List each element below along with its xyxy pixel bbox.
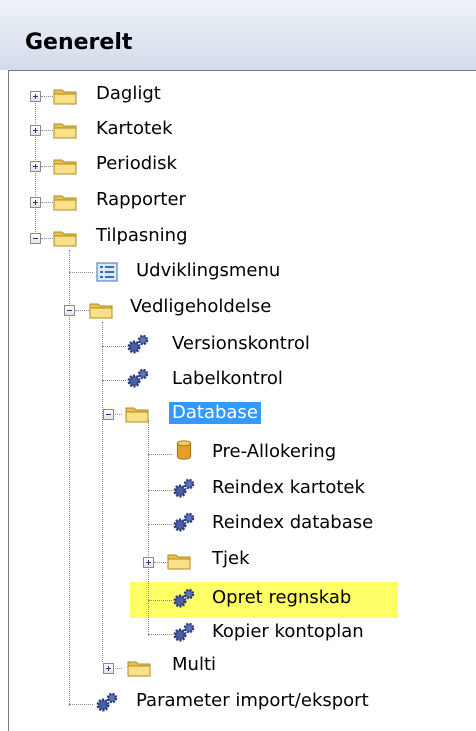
tree-item-vedligeholdelse[interactable]: Vedligeholdelse bbox=[130, 296, 271, 318]
gear-icon bbox=[127, 368, 149, 388]
folder-open-icon bbox=[53, 231, 77, 247]
tree-item-opret-regnskab[interactable]: Opret regnskab bbox=[212, 587, 351, 609]
tree-item-versionskontrol[interactable]: Versionskontrol bbox=[172, 333, 310, 355]
tree-item-tilpasning[interactable]: Tilpasning bbox=[96, 225, 188, 247]
tree-item-pre-allokering[interactable]: Pre-Allokering bbox=[212, 441, 336, 463]
folder-icon bbox=[53, 159, 77, 175]
tree-line bbox=[154, 562, 168, 563]
gear-icon bbox=[173, 622, 195, 642]
tree-line bbox=[148, 634, 172, 635]
gear-icon bbox=[96, 692, 118, 712]
folder-icon bbox=[53, 195, 77, 211]
tree-view: Dagligt Kartotek Periodisk Rapporter Til… bbox=[0, 0, 476, 716]
tree-item-multi[interactable]: Multi bbox=[172, 654, 216, 676]
expand-toggle[interactable] bbox=[103, 663, 114, 674]
folder-open-icon bbox=[89, 303, 113, 319]
tree-item-labelkontrol[interactable]: Labelkontrol bbox=[172, 368, 283, 390]
tree-item-tjek[interactable]: Tjek bbox=[212, 548, 250, 570]
tree-line bbox=[102, 322, 103, 662]
tree-line bbox=[148, 600, 172, 601]
folder-open-icon bbox=[125, 407, 149, 423]
tree-item-rapporter[interactable]: Rapporter bbox=[96, 189, 186, 211]
gear-icon bbox=[173, 588, 195, 608]
gear-icon bbox=[127, 334, 149, 354]
tree-line bbox=[102, 346, 126, 347]
tree-item-periodisk[interactable]: Periodisk bbox=[96, 153, 177, 175]
tree-item-reindex-kartotek[interactable]: Reindex kartotek bbox=[212, 477, 365, 499]
collapse-toggle[interactable] bbox=[30, 233, 41, 244]
tree-line bbox=[69, 272, 93, 273]
gear-icon bbox=[173, 512, 195, 532]
tree-item-udviklingsmenu[interactable]: Udviklingsmenu bbox=[136, 260, 280, 282]
tree-item-parameter-import-eksport[interactable]: Parameter import/eksport bbox=[136, 690, 369, 712]
expand-toggle[interactable] bbox=[143, 557, 154, 568]
tree-item-kopier-kontoplan[interactable]: Kopier kontoplan bbox=[212, 621, 364, 643]
folder-icon bbox=[167, 554, 191, 570]
collapse-toggle[interactable] bbox=[103, 409, 114, 420]
tree-line bbox=[148, 454, 172, 455]
tree-item-dagligt[interactable]: Dagligt bbox=[96, 83, 161, 105]
tree-line bbox=[69, 704, 93, 705]
collapse-toggle[interactable] bbox=[64, 305, 75, 316]
expand-toggle[interactable] bbox=[30, 161, 41, 172]
folder-icon bbox=[127, 661, 151, 677]
expand-toggle[interactable] bbox=[30, 91, 41, 102]
database-icon bbox=[176, 440, 192, 460]
tree-item-database[interactable]: Database bbox=[169, 402, 261, 424]
tree-line bbox=[148, 490, 172, 491]
tree-item-kartotek[interactable]: Kartotek bbox=[96, 118, 173, 140]
menu-list-icon bbox=[96, 262, 118, 282]
tree-line bbox=[102, 380, 126, 381]
folder-icon bbox=[53, 123, 77, 139]
expand-toggle[interactable] bbox=[30, 197, 41, 208]
gear-icon bbox=[173, 478, 195, 498]
expand-toggle[interactable] bbox=[30, 125, 41, 136]
folder-icon bbox=[53, 89, 77, 105]
tree-line bbox=[148, 420, 149, 636]
tree-line bbox=[69, 250, 70, 706]
tree-line bbox=[148, 524, 172, 525]
tree-item-reindex-database[interactable]: Reindex database bbox=[212, 512, 373, 534]
